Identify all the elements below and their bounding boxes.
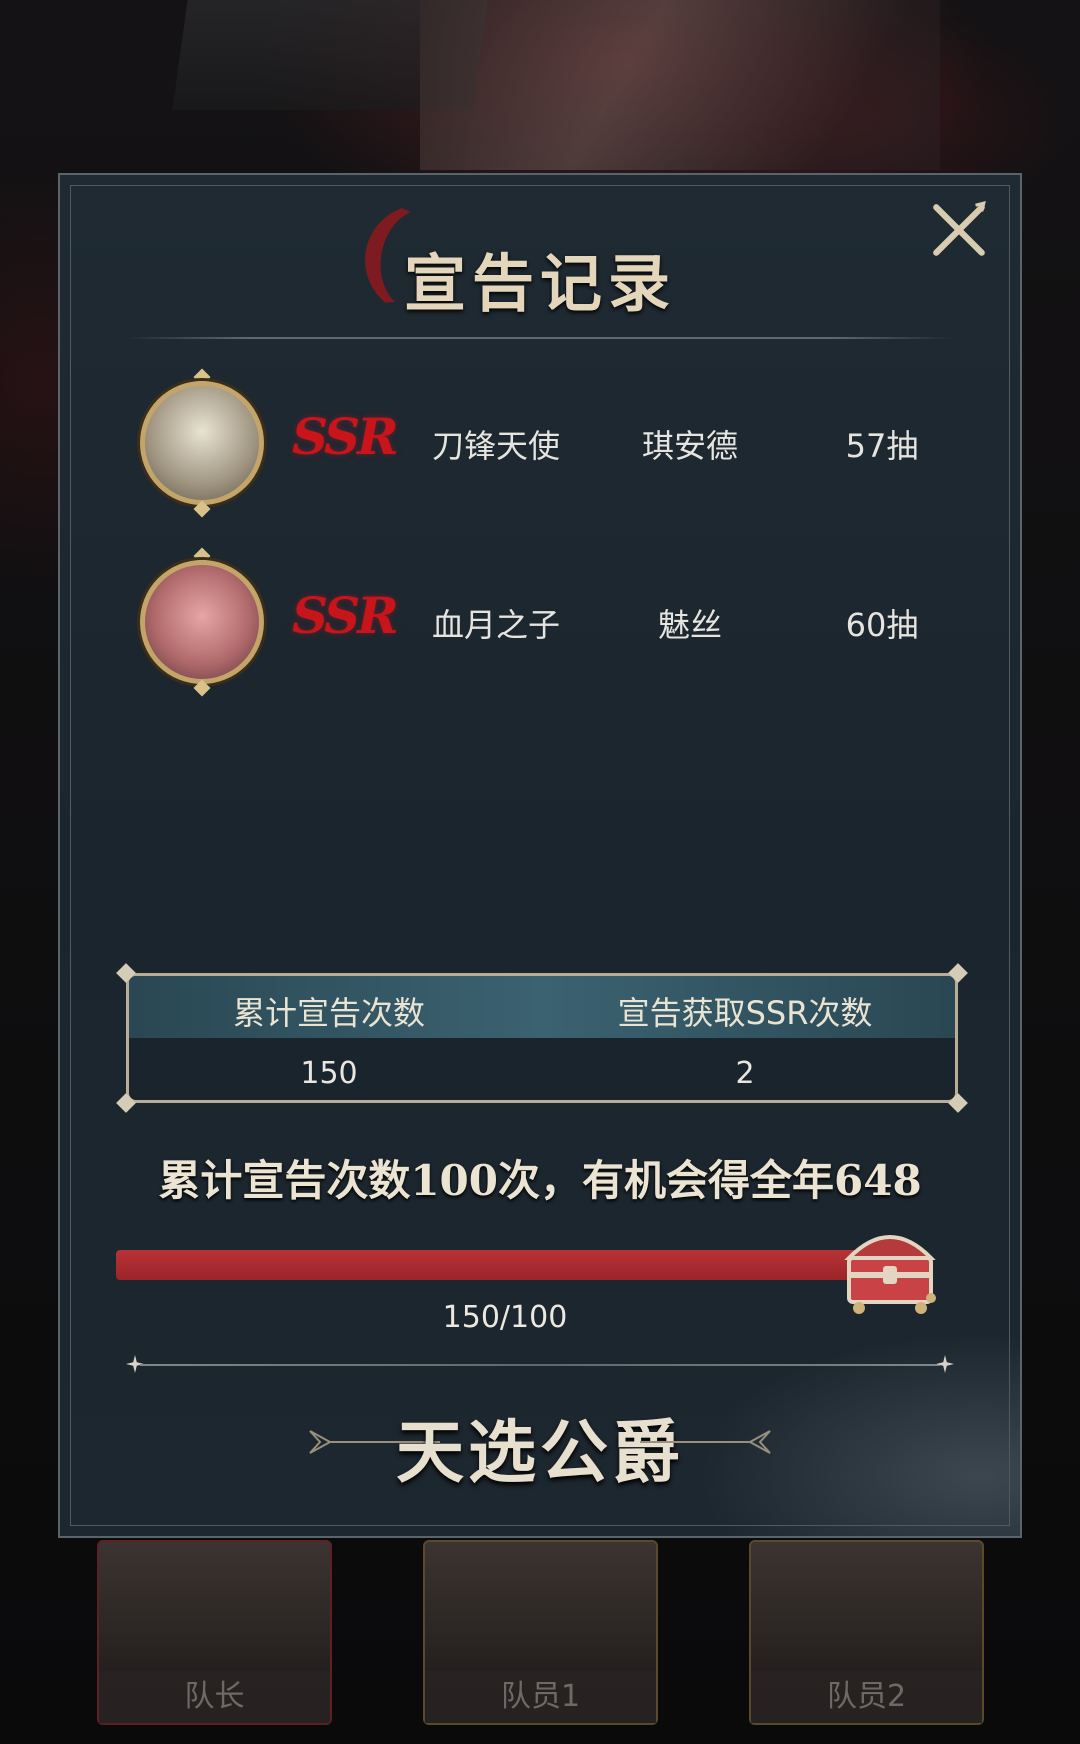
pull-count: 57抽	[845, 427, 919, 465]
ssr-count-label: 宣告获取SSR次数	[617, 994, 873, 1032]
record-row: SSR 刀锋天使 琪安德 57抽	[132, 368, 992, 518]
dialog-title: 宣告记录	[403, 247, 676, 320]
avatar-portrait	[140, 560, 264, 684]
title-divider	[126, 337, 954, 339]
reward-promo-text: 累计宣告次数100次，有机会得全年648	[158, 1156, 922, 1205]
team-slot-member-1[interactable]: 队员1	[423, 1540, 658, 1725]
progress-bar	[116, 1250, 886, 1280]
team-slot-leader[interactable]: 队长	[97, 1540, 332, 1725]
total-count-label: 累计宣告次数	[232, 994, 425, 1032]
footer-title: 天选公爵	[395, 1413, 684, 1493]
close-icon	[933, 201, 986, 256]
right-ornament-icon	[640, 1430, 771, 1454]
team-slot-label: 队员2	[751, 1671, 982, 1723]
sparkle-icon	[936, 1355, 954, 1373]
pull-count: 60抽	[845, 606, 919, 644]
rarity-badge: SSR	[292, 407, 399, 466]
avatar-portrait	[140, 381, 264, 505]
character-name: 琪安德	[641, 427, 738, 465]
ssr-count-value: 2	[735, 1056, 755, 1091]
stats-table: 累计宣告次数 宣告获取SSR次数 150 2	[116, 963, 968, 1113]
background-character-art	[420, 0, 940, 170]
team-slot-label: 队员1	[425, 1671, 656, 1723]
close-button[interactable]	[928, 199, 990, 261]
team-slot-label: 队长	[99, 1671, 330, 1723]
declaration-record-dialog: 宣告记录 SSR 刀锋天使 琪安德 57抽 SSR 血月之子 魅丝 60抽 累计…	[58, 173, 1022, 1538]
team-slot-member-2[interactable]: 队员2	[749, 1540, 984, 1725]
character-name: 魅丝	[657, 606, 722, 644]
character-avatar[interactable]	[132, 368, 272, 518]
progress-fill	[116, 1250, 886, 1280]
total-count-value: 150	[300, 1056, 358, 1091]
stats-frame: 累计宣告次数 宣告获取SSR次数 150 2	[126, 973, 958, 1103]
footer-divider	[140, 1364, 940, 1366]
character-avatar[interactable]	[132, 547, 272, 697]
character-title: 血月之子	[432, 606, 561, 644]
record-row: SSR 血月之子 魅丝 60抽	[132, 547, 992, 697]
progress-text: 150/100	[442, 1300, 568, 1335]
rarity-badge: SSR	[292, 586, 399, 645]
character-title: 刀锋天使	[432, 427, 561, 465]
